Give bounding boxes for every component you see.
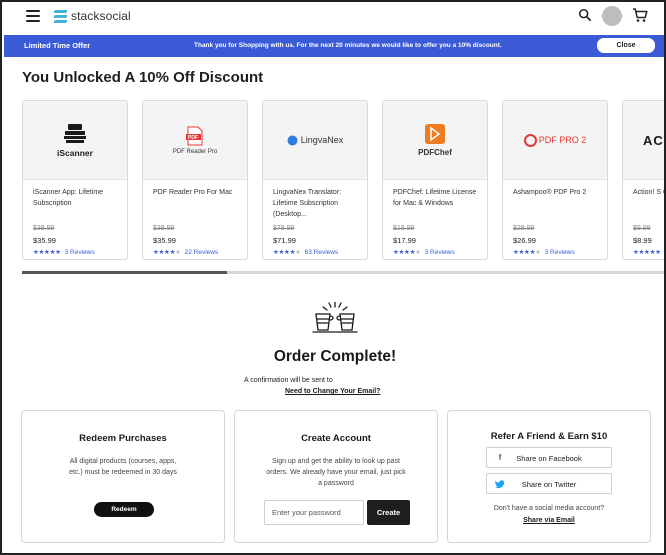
- reviews-link[interactable]: 3 Reviews: [65, 249, 95, 256]
- product-rating: ★★★★★ 3 Reviews: [33, 248, 95, 257]
- product-rating: ★★★★★: [633, 248, 661, 256]
- product-price: $35.99: [33, 236, 56, 245]
- product-image: PDF PRO 2: [503, 101, 607, 180]
- no-social-text: Don't have a social media account?: [493, 505, 605, 512]
- pdfchef-icon: [425, 124, 445, 144]
- product-price: $71.99: [273, 236, 296, 245]
- product-name: Action! S Gameplay Lifetime: [633, 189, 664, 196]
- promo-message: Thank you for Shopping with us. For the …: [194, 42, 502, 49]
- product-name: PDFChef: Lifetime License for Mac & Wind…: [393, 189, 477, 207]
- change-email-link[interactable]: Need to Change Your Email?: [285, 388, 380, 395]
- star-rating-icon: ★★★★★: [513, 249, 541, 256]
- product-name: iScanner App: Lifetime Subscription: [33, 189, 104, 207]
- share-twitter-label: Share on Twitter: [521, 480, 577, 489]
- refer-title: Refer A Friend & Earn $10: [490, 431, 608, 442]
- star-rating-icon: ★★★★★: [633, 249, 661, 256]
- redeem-title: Redeem Purchases: [79, 433, 167, 444]
- top-header: stacksocial: [2, 2, 664, 34]
- create-button[interactable]: Create: [367, 500, 410, 525]
- pdf-reader-icon: PDF: [186, 126, 203, 145]
- product-card[interactable]: ACT Action! S Gameplay Lifetime $9.99 $8…: [622, 100, 664, 260]
- product-name: PDF Reader Pro For Mac: [153, 189, 233, 196]
- product-old-price: $39.99: [153, 225, 175, 232]
- reviews-link[interactable]: 3 Reviews: [545, 249, 575, 256]
- avatar[interactable]: [602, 6, 622, 26]
- celebration-cheers-icon: [312, 302, 358, 333]
- product-price: $26.99: [513, 236, 536, 245]
- star-rating-icon: ★★★★★: [273, 249, 301, 256]
- logo-mark-icon: [53, 9, 68, 23]
- ashampoo-icon: [523, 133, 537, 147]
- product-old-price: $29.99: [513, 225, 535, 232]
- order-complete-title: Order Complete!: [273, 348, 397, 365]
- product-card[interactable]: PDF PRO 2 Ashampoo® PDF Pro 2 $29.99 $26…: [502, 100, 608, 260]
- lingvanex-icon: [287, 135, 298, 145]
- hamburger-menu-icon[interactable]: [26, 10, 40, 22]
- product-old-price: $9.99: [633, 225, 651, 232]
- product-card[interactable]: iScanner iScanner App: Lifetime Subscrip…: [22, 100, 128, 260]
- refer-panel: Refer A Friend & Earn $10 f Share on Fac…: [447, 410, 651, 543]
- password-field[interactable]: [264, 500, 364, 525]
- product-card[interactable]: LingvaNex LingvaNex Translator: Lifetime…: [262, 100, 368, 260]
- reviews-link[interactable]: 63 Reviews: [305, 249, 339, 256]
- cart-icon[interactable]: [632, 7, 648, 23]
- product-rating: ★★★★★ 22 Reviews: [153, 248, 219, 257]
- product-logo-text: LingvaNex: [300, 135, 344, 145]
- reviews-link[interactable]: 22 Reviews: [185, 249, 219, 256]
- product-image: LingvaNex: [263, 101, 367, 180]
- product-old-price: $79.99: [273, 225, 295, 232]
- create-account-panel: Create Account Sign up and get the abili…: [234, 410, 438, 543]
- share-twitter-button[interactable]: Share on Twitter: [486, 473, 612, 494]
- brand-logo[interactable]: stacksocial: [53, 9, 131, 23]
- redeem-text: All digital products (courses, apps, etc…: [69, 458, 177, 476]
- product-logo-text: ACT: [643, 133, 664, 148]
- product-image: PDFChef: [383, 101, 487, 180]
- discount-title: You Unlocked A 10% Off Discount: [22, 69, 264, 86]
- close-button[interactable]: Close: [597, 38, 655, 53]
- share-facebook-label: Share on Facebook: [516, 454, 582, 463]
- share-email-link[interactable]: Share via Email: [448, 517, 650, 524]
- product-price: $17.99: [393, 236, 416, 245]
- scanner-icon: [64, 123, 86, 143]
- promo-label: Limited Time Offer: [24, 41, 91, 50]
- svg-text:PDF: PDF: [188, 135, 198, 141]
- search-icon[interactable]: [578, 8, 592, 22]
- product-image: iScanner: [23, 101, 127, 180]
- product-name: Ashampoo® PDF Pro 2: [513, 189, 587, 196]
- promo-banner: Limited Time Offer Thank you for Shoppin…: [4, 35, 664, 57]
- product-price: $35.99: [153, 236, 176, 245]
- redeem-panel: Redeem Purchases All digital products (c…: [21, 410, 225, 543]
- product-image: ACT: [623, 101, 664, 180]
- redeem-button[interactable]: Redeem: [94, 502, 154, 517]
- product-image: PDF PDF Reader Pro: [143, 101, 247, 180]
- product-logo-text: PDFChef: [418, 148, 452, 157]
- product-logo-text: iScanner: [57, 147, 93, 158]
- product-price: $8.99: [633, 236, 652, 245]
- product-logo-text: PDF PRO 2: [538, 135, 587, 145]
- product-card[interactable]: PDFChef PDFChef: Lifetime License for Ma…: [382, 100, 488, 260]
- star-rating-icon: ★★★★★: [393, 249, 421, 256]
- share-facebook-button[interactable]: f Share on Facebook: [486, 447, 612, 468]
- create-account-title: Create Account: [301, 433, 371, 444]
- product-rating: ★★★★★ 63 Reviews: [273, 248, 339, 257]
- create-account-text: Sign up and get the ability to look up p…: [266, 458, 406, 487]
- product-card[interactable]: PDF PDF Reader Pro PDF Reader Pro For Ma…: [142, 100, 248, 260]
- reviews-link[interactable]: 3 Reviews: [425, 249, 455, 256]
- product-name: LingvaNex Translator: Lifetime Subscript…: [273, 189, 342, 218]
- star-rating-icon: ★★★★★: [33, 249, 61, 256]
- brand-name: stacksocial: [71, 9, 131, 23]
- product-old-price: $39.99: [33, 225, 55, 232]
- confirmation-text: A confirmation will be sent to: [244, 377, 333, 384]
- product-carousel: iScanner iScanner App: Lifetime Subscrip…: [22, 100, 664, 262]
- star-rating-icon: ★★★★★: [153, 249, 181, 256]
- page-frame: stacksocial Limited Time Offer Thank you…: [0, 0, 666, 555]
- product-logo-text: PDF Reader Pro: [172, 148, 218, 155]
- product-rating: ★★★★★ 3 Reviews: [513, 248, 575, 257]
- product-old-price: $19.99: [393, 225, 415, 232]
- carousel-scroll-thumb[interactable]: [22, 271, 227, 274]
- product-rating: ★★★★★ 3 Reviews: [393, 248, 455, 257]
